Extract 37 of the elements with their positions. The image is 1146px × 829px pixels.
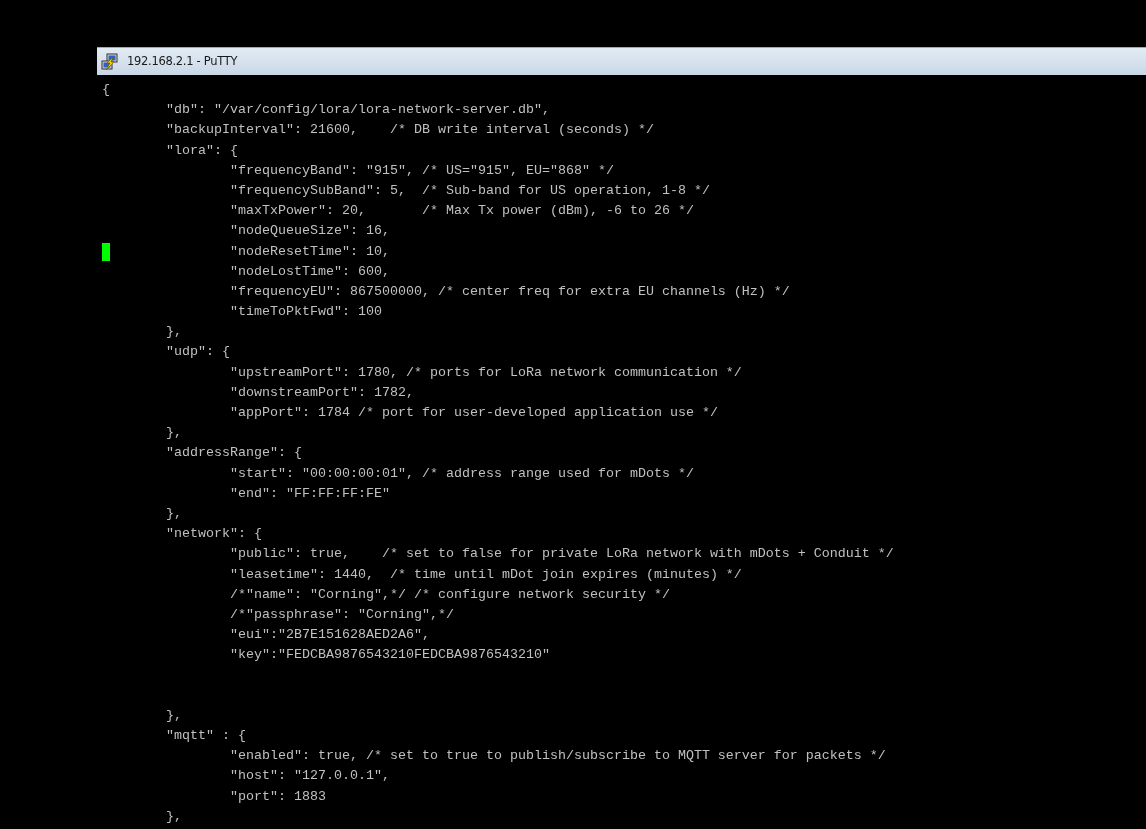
terminal-line: "upstreamPort": 1780, /* ports for LoRa network communication */ — [229, 363, 742, 382]
terminal-line: "end": "FF:FF:FF:FE" — [229, 484, 390, 503]
terminal-line: }, — [165, 323, 182, 342]
terminal-line: }, — [165, 807, 182, 826]
terminal-line: "port": 1883 — [229, 787, 326, 806]
terminal-line: "public": true, /* set to false for private LoRa network with mDots + Conduit */ — [229, 545, 894, 564]
terminal-line: "host": "127.0.0.1", — [229, 767, 390, 786]
terminal-line: "backupInterval": 21600, /* DB write interval (seconds) */ — [165, 121, 654, 140]
terminal-line: }, — [165, 504, 182, 523]
terminal-line: "appPort": 1784 /* port for user-developed application use */ — [229, 404, 718, 422]
terminal-line: "frequencyEU": 867500000, /* center freq for extra EU channels (Hz) */ — [229, 282, 790, 301]
terminal-line: "downstreamPort": 1782, — [229, 383, 414, 402]
terminal-line: "leasetime": 1440, /* time until mDot join expires (minutes) */ — [229, 565, 742, 584]
window-title: 192.168.2.1 - PuTTY — [127, 52, 238, 70]
terminal-line: "nodeResetTime": 10, — [229, 242, 390, 261]
terminal-line: "udp": { — [165, 343, 230, 362]
terminal-line: }, — [165, 424, 182, 443]
terminal-line: "db": "/var/config/lora/lora-network-server.db", — [165, 101, 550, 120]
terminal-line: "eui":"2B7E151628AED2A6", — [229, 626, 430, 645]
terminal-line: }, — [165, 706, 182, 725]
terminal-line: "frequencyBand": "915", /* US="915", EU="868" */ — [229, 161, 614, 180]
terminal-line: "network": { — [165, 525, 262, 544]
terminal-line: "timeToPktFwd": 100 — [229, 303, 382, 322]
terminal-line: "nodeLostTime": 600, — [229, 262, 390, 281]
terminal-line: /*"passphrase": "Corning",*/ — [229, 605, 454, 624]
terminal-line: "key":"FEDCBA9876543210FEDCBA9876543210" — [229, 646, 550, 665]
terminal-line: "start": "00:00:00:01", /* address range used for mDots */ — [229, 464, 694, 483]
terminal-line: /*"name": "Corning",*/ /* configure network security */ — [229, 585, 670, 604]
terminal-line: { — [102, 81, 110, 99]
computer-icon — [101, 52, 119, 71]
terminal-line: "frequencySubBand": 5, /* Sub-band for US operation, 1-8 */ — [229, 181, 710, 200]
terminal-line: "nodeQueueSize": 16, — [229, 222, 390, 241]
terminal-line: "addressRange": { — [165, 444, 302, 463]
terminal-line: "enabled": true, /* set to true to publish/subscribe to MQTT server for packets */ — [229, 747, 886, 766]
terminal-line: "mqtt" : { — [165, 727, 246, 746]
terminal-line: "lora": { — [165, 141, 238, 160]
terminal-line: "maxTxPower": 20, /* Max Tx power (dBm), -6 to 26 */ — [229, 202, 694, 221]
